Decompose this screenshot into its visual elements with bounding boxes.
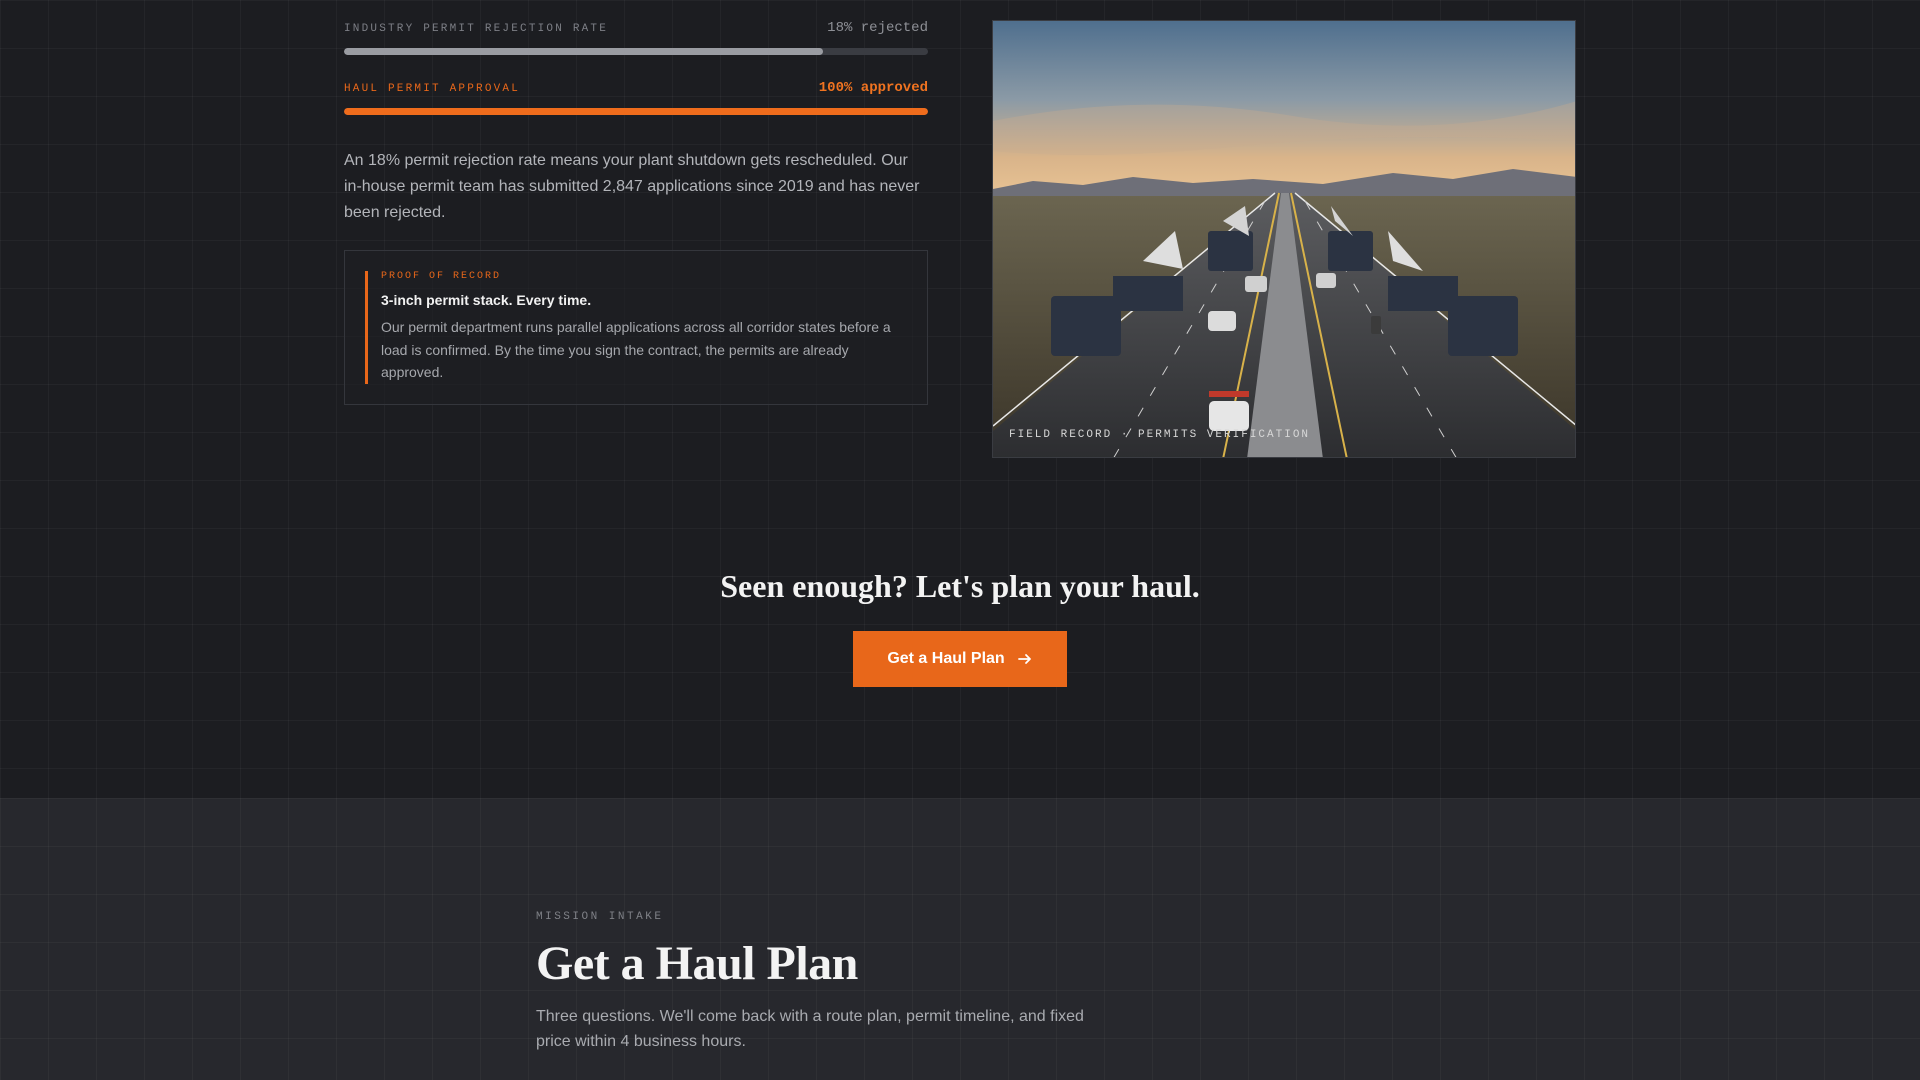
haul-approval-label: HAUL PERMIT APPROVAL bbox=[344, 83, 521, 95]
proof-of-record-card: PROOF OF RECORD 3-inch permit stack. Eve… bbox=[344, 250, 928, 405]
haul-approval-bar-fill bbox=[344, 108, 928, 115]
permit-summary-text: An 18% permit rejection rate means your … bbox=[344, 152, 920, 221]
proof-of-record-content: PROOF OF RECORD 3-inch permit stack. Eve… bbox=[365, 271, 907, 384]
haul-approval-stat: HAUL PERMIT APPROVAL 100% approved bbox=[344, 80, 928, 115]
industry-rejection-label: INDUSTRY PERMIT REJECTION RATE bbox=[344, 23, 609, 35]
proof-of-record-title: 3-inch permit stack. Every time. bbox=[381, 292, 592, 308]
highway-convoy-illustration bbox=[993, 21, 1575, 457]
haul-approval-value: 100% approved bbox=[818, 80, 928, 96]
industry-rejection-stat: INDUSTRY PERMIT REJECTION RATE 18% rejec… bbox=[344, 20, 928, 55]
mission-intake-title: Get a Haul Plan bbox=[536, 937, 858, 990]
mission-intake-tag: MISSION INTAKE bbox=[536, 911, 664, 923]
mission-intake-section: MISSION INTAKE Get a Haul Plan Three que… bbox=[0, 798, 1920, 1080]
arrow-right-icon bbox=[1017, 654, 1031, 664]
haul-approval-bar bbox=[344, 108, 928, 115]
get-haul-plan-button[interactable]: Get a Haul Plan bbox=[853, 631, 1067, 687]
get-haul-plan-button-label: Get a Haul Plan bbox=[887, 650, 1005, 667]
proof-of-record-text: Our permit department runs parallel appl… bbox=[381, 319, 891, 380]
industry-rejection-bar bbox=[344, 48, 928, 55]
cta-heading: Seen enough? Let's plan your haul. bbox=[720, 568, 1200, 604]
proof-of-record-tag: PROOF OF RECORD bbox=[381, 271, 502, 282]
industry-rejection-bar-fill bbox=[344, 48, 823, 55]
mission-intake-text: Three questions. We'll come back with a … bbox=[536, 1008, 1084, 1050]
convoy-photo: FIELD RECORD · PERMITS VERIFICATION bbox=[992, 20, 1576, 458]
industry-rejection-value: 18% rejected bbox=[827, 20, 928, 36]
photo-caption: FIELD RECORD · PERMITS VERIFICATION bbox=[1009, 429, 1311, 441]
